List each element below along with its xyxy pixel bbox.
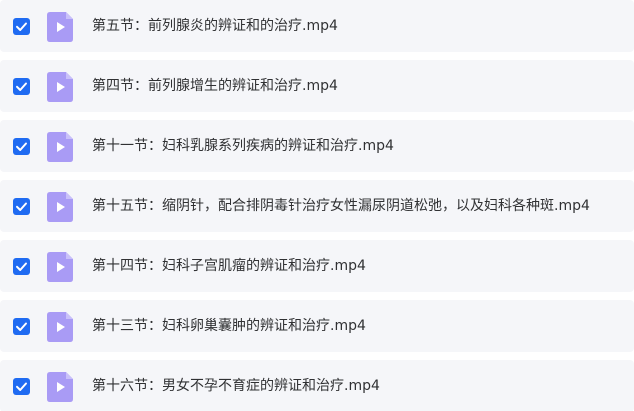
video-file-icon xyxy=(47,12,73,42)
video-file-icon xyxy=(47,252,73,282)
file-row[interactable]: 第十一节：妇科乳腺系列疾病的辨证和治疗.mp4 xyxy=(0,120,634,172)
file-row[interactable]: 第五节：前列腺炎的辨证和的治疗.mp4 xyxy=(0,0,634,52)
video-file-icon xyxy=(47,192,73,222)
checkbox-checked-icon[interactable] xyxy=(13,318,30,335)
file-name: 第十三节：妇科卵巢囊肿的辨证和治疗.mp4 xyxy=(92,318,366,334)
file-name: 第十四节：妇科子宫肌瘤的辨证和治疗.mp4 xyxy=(92,258,366,274)
file-list: 第五节：前列腺炎的辨证和的治疗.mp4 第四节：前列腺增生的辨证和治疗.mp4 … xyxy=(0,0,634,411)
file-row[interactable]: 第十四节：妇科子宫肌瘤的辨证和治疗.mp4 xyxy=(0,240,634,292)
file-row[interactable]: 第四节：前列腺增生的辨证和治疗.mp4 xyxy=(0,60,634,112)
video-file-icon xyxy=(47,132,73,162)
checkbox-checked-icon[interactable] xyxy=(13,258,30,275)
file-name: 第十五节：缩阴针，配合排阴毒针治疗女性漏尿阴道松弛，以及妇科各种斑.mp4 xyxy=(92,198,590,214)
checkbox-checked-icon[interactable] xyxy=(13,138,30,155)
file-name: 第五节：前列腺炎的辨证和的治疗.mp4 xyxy=(92,18,338,34)
file-name: 第四节：前列腺增生的辨证和治疗.mp4 xyxy=(92,78,338,94)
file-name: 第十一节：妇科乳腺系列疾病的辨证和治疗.mp4 xyxy=(92,138,394,154)
video-file-icon xyxy=(47,72,73,102)
file-row[interactable]: 第十六节：男女不孕不育症的辨证和治疗.mp4 xyxy=(0,360,634,411)
video-file-icon xyxy=(47,372,73,402)
checkbox-checked-icon[interactable] xyxy=(13,18,30,35)
checkbox-checked-icon[interactable] xyxy=(13,198,30,215)
file-row[interactable]: 第十三节：妇科卵巢囊肿的辨证和治疗.mp4 xyxy=(0,300,634,352)
checkbox-checked-icon[interactable] xyxy=(13,78,30,95)
video-file-icon xyxy=(47,312,73,342)
checkbox-checked-icon[interactable] xyxy=(13,378,30,395)
file-name: 第十六节：男女不孕不育症的辨证和治疗.mp4 xyxy=(92,378,380,394)
file-row[interactable]: 第十五节：缩阴针，配合排阴毒针治疗女性漏尿阴道松弛，以及妇科各种斑.mp4 xyxy=(0,180,634,232)
